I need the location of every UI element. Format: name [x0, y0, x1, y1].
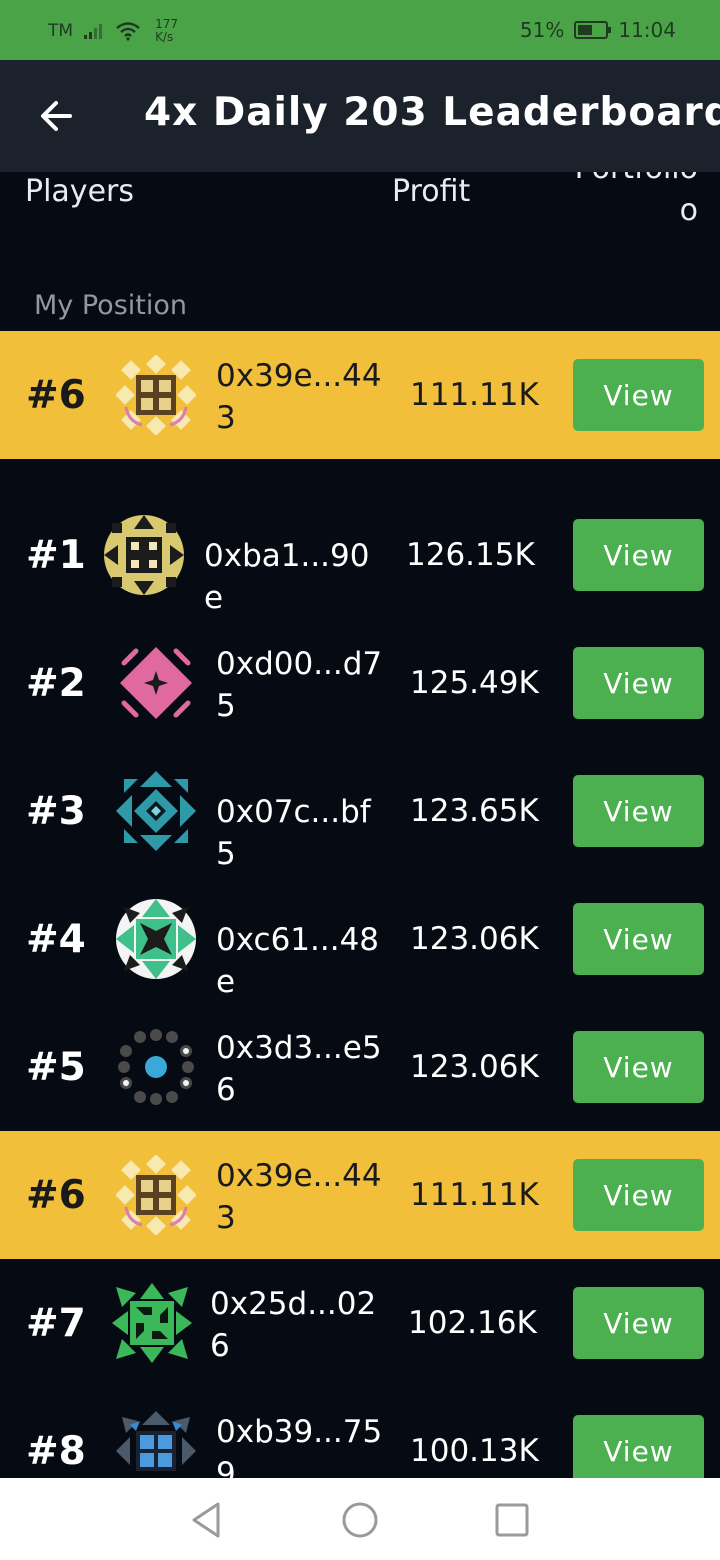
teal-diamond-avatar: [116, 771, 196, 851]
view-button[interactable]: View: [573, 903, 704, 975]
home-circle-icon[interactable]: [340, 1500, 380, 1540]
player-profit: 100.13K: [410, 1433, 539, 1469]
carrier-label: TM: [48, 21, 74, 41]
portfolio-column-header: Portfolio o: [560, 172, 720, 242]
view-button[interactable]: View: [573, 1415, 704, 1487]
view-button[interactable]: View: [573, 1031, 704, 1103]
rank: #2: [26, 661, 86, 706]
pink-diamond-avatar: [120, 647, 192, 719]
green-star-avatar: [116, 899, 196, 979]
view-button[interactable]: View: [573, 359, 704, 431]
back-triangle-icon[interactable]: [186, 1500, 226, 1540]
recents-square-icon[interactable]: [492, 1500, 532, 1540]
profit-column-header: Profit: [392, 174, 471, 209]
leaderboard-row: #5 0x3d3...e56 123.06K View: [0, 1003, 720, 1131]
leaderboard-row-current-user: #6 0x39e...443 111.11K View: [0, 1131, 720, 1259]
player-address: 0x39e...443: [216, 358, 382, 436]
player-profit: 123.65K: [410, 793, 539, 829]
rank: #5: [26, 1045, 86, 1090]
page-title: 4x Daily 203 Leaderboard: [144, 90, 720, 135]
system-navigation-bar: [0, 1478, 720, 1560]
player-profit: 111.11K: [410, 1177, 539, 1213]
leaderboard-row: #1 0xba1...90e 126.15K View: [0, 491, 720, 619]
battery-percent: 51%: [519, 18, 565, 42]
green-pinwheel-avatar: [112, 1283, 192, 1363]
player-profit: 123.06K: [410, 1049, 539, 1085]
app-bar: 4x Daily 203 Leaderboard: [0, 60, 720, 172]
view-button[interactable]: View: [573, 1159, 704, 1231]
speed-unit: K/s: [155, 30, 174, 44]
players-column-header: Players: [25, 174, 134, 209]
clock: 11:04: [618, 18, 676, 42]
network-speed: 177 K/s: [155, 18, 178, 44]
view-button[interactable]: View: [573, 1287, 704, 1359]
rank: #1: [26, 533, 86, 578]
player-address: 0xba1...90e: [204, 538, 370, 616]
player-profit: 102.16K: [408, 1305, 537, 1341]
player-address: 0x39e...443: [216, 1158, 382, 1236]
player-profit: 123.06K: [410, 921, 539, 957]
my-position-label: My Position: [34, 290, 187, 321]
player-address: 0xd00...d75: [216, 646, 383, 724]
wifi-icon: [116, 22, 140, 41]
view-button[interactable]: View: [573, 647, 704, 719]
rank: #7: [26, 1301, 86, 1346]
player-address: 0x07c...bf5: [216, 794, 371, 872]
battery-icon: [574, 21, 612, 39]
rank: #6: [26, 1173, 86, 1218]
brown-grid-avatar: [116, 1155, 196, 1235]
rank: #3: [26, 789, 86, 834]
player-profit: 111.11K: [410, 377, 539, 413]
player-address: 0x25d...026: [210, 1286, 377, 1364]
rank: #8: [26, 1429, 86, 1474]
portfolio-column-label: Portfolio o: [575, 172, 698, 228]
status-bar: TM 177 K/s 51% 11:04: [0, 0, 720, 60]
rank: #6: [26, 373, 86, 418]
player-address: 0x3d3...e56: [216, 1030, 382, 1108]
player-profit: 125.49K: [410, 665, 539, 701]
leaderboard-row: #7 0x25d...026 102.16K View: [0, 1259, 720, 1387]
rank: #4: [26, 917, 86, 962]
my-position-row: #6 0x39e...443 111.11K View: [0, 331, 720, 459]
leaderboard-row: #4 0xc61...48e 123.06K View: [0, 875, 720, 1003]
player-profit: 126.15K: [406, 537, 535, 573]
view-button[interactable]: View: [573, 775, 704, 847]
player-address: 0xc61...48e: [216, 922, 380, 1000]
blue-dots-avatar: [118, 1029, 194, 1105]
arrow-left-icon[interactable]: [36, 94, 80, 138]
yellow-dice-avatar: [104, 515, 184, 595]
brown-grid-avatar: [116, 355, 196, 435]
view-button[interactable]: View: [573, 519, 704, 591]
leaderboard-row: #2 0xd00...d75 125.49K View: [0, 619, 720, 747]
signal-icon: [84, 24, 103, 39]
leaderboard-row: #3 0x07c...bf5 123.65K View: [0, 747, 720, 875]
